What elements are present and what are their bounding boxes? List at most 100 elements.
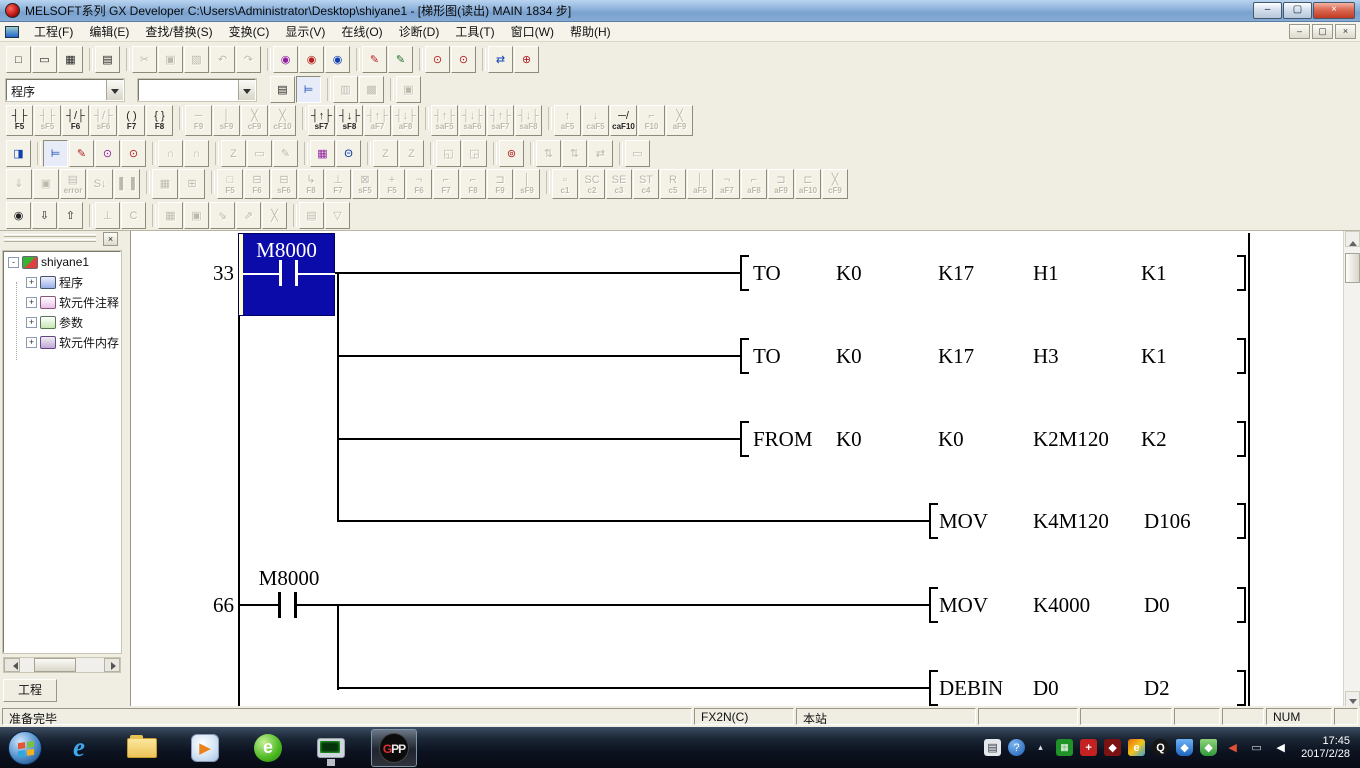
scroll-thumb[interactable]: [1345, 253, 1360, 283]
mdi-restore-button[interactable]: ▢: [1312, 24, 1333, 39]
collapse-icon[interactable]: -: [8, 257, 19, 268]
line-f10-button[interactable]: ⌐F10: [638, 105, 665, 136]
ladder-display-button[interactable]: ⊨: [43, 140, 68, 167]
tray-show-hidden-icon[interactable]: ▴: [1032, 739, 1049, 756]
rising-edge-button[interactable]: ↑aF5: [554, 105, 581, 136]
sfc-af5-button[interactable]: │aF5: [687, 169, 713, 199]
tray-pc-manager-icon[interactable]: ◆: [1176, 739, 1193, 756]
pulse-falling-button[interactable]: ┤↓├sF8: [336, 105, 363, 136]
scroll-down-icon[interactable]: [1345, 691, 1360, 707]
sfc-af7-button[interactable]: ¬aF7: [714, 169, 740, 199]
print-preview-button[interactable]: ▤: [299, 202, 324, 229]
insert-column-button[interactable]: ⇄: [588, 140, 613, 167]
tree-horizontal-scrollbar[interactable]: [3, 657, 121, 673]
grid-display-button[interactable]: ▦: [158, 202, 183, 229]
device-test-2-button[interactable]: ⊙: [121, 140, 146, 167]
menu-help[interactable]: 帮助(H): [562, 20, 619, 43]
new-project-button[interactable]: □: [6, 46, 31, 73]
menu-window[interactable]: 窗口(W): [503, 20, 562, 43]
partial-run-button[interactable]: ▌▐: [114, 169, 140, 199]
tray-volume-icon[interactable]: ◀: [1272, 739, 1289, 756]
pulse-rising-close-button[interactable]: ┤↑├saF5: [431, 105, 458, 136]
sfc-sc-button[interactable]: SCc2: [579, 169, 605, 199]
contact-close-button[interactable]: ┤/├F6: [62, 105, 89, 136]
stamp-button[interactable]: ▭: [247, 140, 272, 167]
sfc-cf9-button[interactable]: ╳cF9: [822, 169, 848, 199]
selected-contact-m8000[interactable]: M8000: [238, 233, 335, 316]
find-binoculars-button[interactable]: ◉: [6, 202, 31, 229]
program-check-button[interactable]: ⊕: [514, 46, 539, 73]
step-run-button[interactable]: S↓: [87, 169, 113, 199]
sfc-r-button[interactable]: Rc5: [660, 169, 686, 199]
tray-360-shield-icon[interactable]: ◆: [1200, 739, 1217, 756]
menu-edit[interactable]: 编辑(E): [81, 20, 137, 43]
redo-button[interactable]: ↷: [236, 46, 261, 73]
ladder-marker-button[interactable]: ✎: [362, 46, 387, 73]
device-test-button[interactable]: ✎: [388, 46, 413, 73]
menu-find-replace[interactable]: 查找/替换(S): [137, 20, 220, 43]
tray-network-icon[interactable]: ▭: [1248, 739, 1265, 756]
move-up-button[interactable]: ⇗: [236, 202, 261, 229]
read-mode-button[interactable]: ◨: [6, 140, 31, 167]
start-button[interactable]: [8, 731, 42, 765]
macro-button[interactable]: ▥: [333, 76, 358, 103]
tree-item-device-memory[interactable]: + 软元件内存: [4, 332, 120, 352]
jump-button[interactable]: ⊥: [95, 202, 120, 229]
print-button[interactable]: ▤: [95, 46, 120, 73]
tree-item-program[interactable]: + 程序: [4, 272, 120, 292]
pulse-falling-parallel-button[interactable]: ┤↓├aF8: [392, 105, 419, 136]
tray-keyboard-icon[interactable]: ▤: [984, 739, 1001, 756]
expand-icon[interactable]: +: [26, 277, 37, 288]
instruction-to-1[interactable]: TOK0K17H1K1: [753, 260, 1243, 286]
undo-button[interactable]: ↶: [210, 46, 235, 73]
transfer-setup-button[interactable]: ⇄: [488, 46, 513, 73]
label-program-button[interactable]: ▣: [396, 76, 421, 103]
expand-icon[interactable]: +: [26, 337, 37, 348]
delete-row-button[interactable]: ⇅: [562, 140, 587, 167]
taskbar-explorer-button[interactable]: [119, 729, 165, 767]
mdi-close-button[interactable]: ×: [1335, 24, 1356, 39]
menu-project[interactable]: 工程(F): [26, 20, 81, 43]
scroll-up-icon[interactable]: [1345, 231, 1360, 247]
phone-line-button[interactable]: ∩: [158, 140, 183, 167]
read-from-plc-button[interactable]: ▣: [33, 169, 59, 199]
sfc-af9-button[interactable]: ⊐aF9: [768, 169, 794, 199]
pulse-rising-button[interactable]: ┤↑├sF7: [308, 105, 335, 136]
delete-horizontal-line-button[interactable]: ╳cF9: [241, 105, 268, 136]
open-project-button[interactable]: ▭: [32, 46, 57, 73]
minimize-button[interactable]: –: [1253, 2, 1282, 19]
find-next-up-button[interactable]: ⇧: [58, 202, 83, 229]
sfc-plus-button[interactable]: +F5: [379, 169, 405, 199]
scroll-thumb[interactable]: [34, 658, 76, 672]
tree-item-device-comment[interactable]: + 软元件注释: [4, 292, 120, 312]
program-batch-button[interactable]: ▦: [152, 169, 178, 199]
window-tile-button[interactable]: ◱: [436, 140, 461, 167]
phone-line-2-button[interactable]: ∩: [184, 140, 209, 167]
sampling-trace-button[interactable]: Z: [221, 140, 246, 167]
program-type-combo[interactable]: 程序: [6, 79, 124, 101]
close-button[interactable]: ×: [1313, 2, 1355, 19]
sfc-dummy-step-button[interactable]: ⊟sF6: [271, 169, 297, 199]
taskbar-360-browser-button[interactable]: e: [245, 729, 291, 767]
monitor-zoom-in-button[interactable]: ⊙: [425, 46, 450, 73]
z-down-button[interactable]: Z: [399, 140, 424, 167]
sfc-line-3-button[interactable]: ⌐F8: [460, 169, 486, 199]
contact-m8000[interactable]: [278, 592, 281, 618]
horizontal-line-button[interactable]: ─F9: [185, 105, 212, 136]
taskbar-ie-button[interactable]: e: [56, 729, 102, 767]
contact-open-parallel-button[interactable]: ┤├sF5: [34, 105, 61, 136]
line-af9-button[interactable]: ╳aF9: [666, 105, 693, 136]
sfc-se-button[interactable]: SEc3: [606, 169, 632, 199]
error-check-button[interactable]: ▤error: [60, 169, 86, 199]
screen-display-button[interactable]: ▭: [625, 140, 650, 167]
panel-close-icon[interactable]: ×: [103, 232, 118, 246]
menu-tools[interactable]: 工具(T): [447, 20, 502, 43]
menu-convert[interactable]: 变换(C): [221, 20, 278, 43]
block-combo[interactable]: [138, 79, 256, 101]
coil-button[interactable]: ( )F7: [118, 105, 145, 136]
pulse-falling-close-button[interactable]: ┤↓├saF6: [459, 105, 486, 136]
sfc-af10-button[interactable]: ⊏aF10: [795, 169, 821, 199]
sfc-c1-button[interactable]: ▫c1: [552, 169, 578, 199]
tray-red-horn-icon[interactable]: ◀: [1224, 739, 1241, 756]
device-find-monitor-button[interactable]: ⊙: [95, 140, 120, 167]
